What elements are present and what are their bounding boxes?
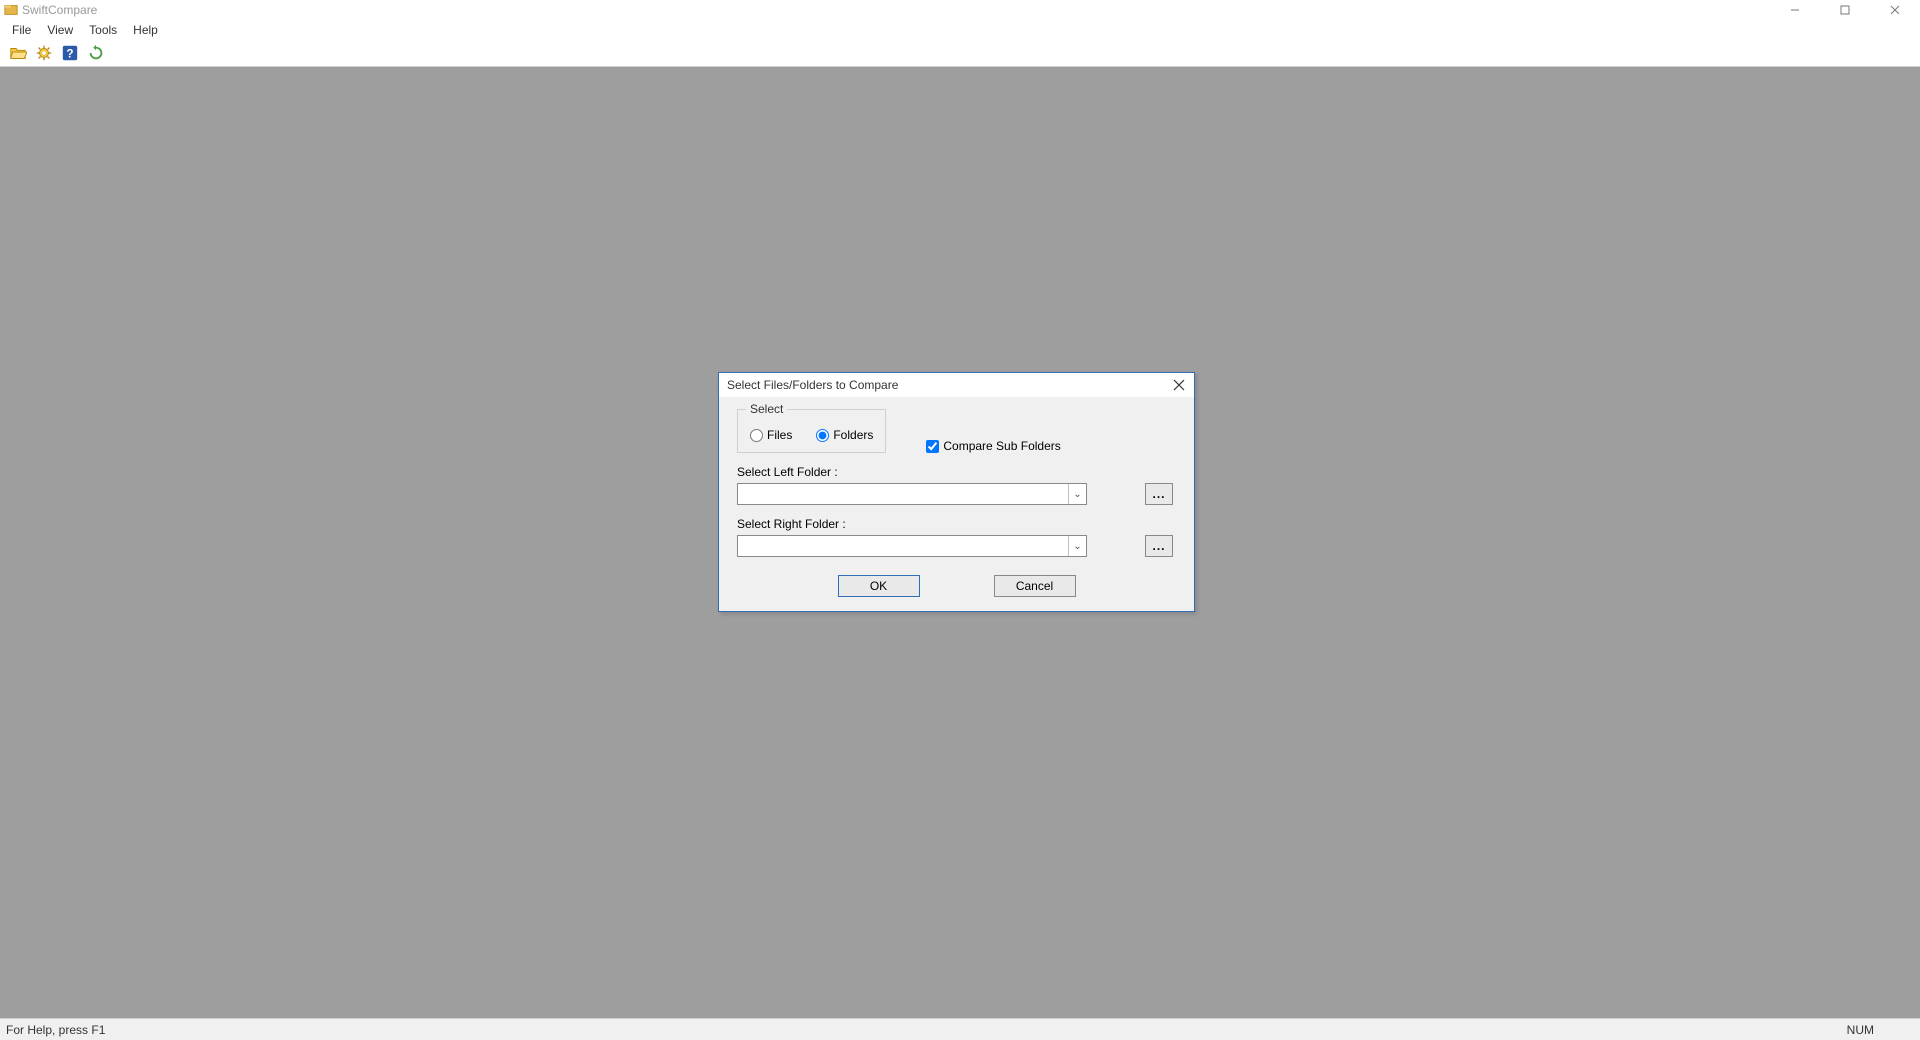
radio-folders[interactable]: Folders: [816, 428, 873, 442]
app-title: SwiftCompare: [22, 3, 97, 17]
svg-text:?: ?: [66, 47, 73, 60]
status-bar: For Help, press F1 NUM: [0, 1018, 1920, 1040]
radio-files-input[interactable]: [750, 429, 763, 442]
chevron-down-icon[interactable]: ⌄: [1068, 484, 1086, 504]
cancel-button[interactable]: Cancel: [994, 575, 1076, 597]
select-dialog: Select Files/Folders to Compare Select F…: [718, 372, 1195, 612]
window-controls: [1770, 0, 1920, 20]
app-icon: [4, 3, 18, 17]
toolbar: ?: [0, 39, 1920, 67]
chevron-down-icon[interactable]: ⌄: [1068, 536, 1086, 556]
maximize-button[interactable]: [1820, 0, 1870, 20]
settings-icon[interactable]: [32, 41, 56, 65]
compare-sub-checkbox[interactable]: Compare Sub Folders: [926, 439, 1060, 453]
right-folder-label: Select Right Folder :: [737, 517, 1176, 531]
dialog-title: Select Files/Folders to Compare: [727, 378, 898, 392]
left-folder-input[interactable]: [738, 484, 1068, 504]
menu-help[interactable]: Help: [125, 21, 166, 39]
browse-right-button[interactable]: ...: [1145, 535, 1173, 557]
dialog-close-button[interactable]: [1164, 373, 1194, 397]
menu-bar: File View Tools Help: [0, 20, 1920, 39]
menu-view[interactable]: View: [39, 21, 81, 39]
radio-folders-input[interactable]: [816, 429, 829, 442]
select-group-label: Select: [746, 402, 787, 416]
refresh-icon[interactable]: [84, 41, 108, 65]
close-button[interactable]: [1870, 0, 1920, 20]
dialog-title-bar: Select Files/Folders to Compare: [719, 373, 1194, 397]
title-bar: SwiftCompare: [0, 0, 1920, 20]
compare-sub-input[interactable]: [926, 440, 939, 453]
menu-tools[interactable]: Tools: [81, 21, 125, 39]
menu-file[interactable]: File: [4, 21, 39, 39]
radio-files[interactable]: Files: [750, 428, 792, 442]
left-folder-label: Select Left Folder :: [737, 465, 1176, 479]
right-folder-input[interactable]: [738, 536, 1068, 556]
ok-button[interactable]: OK: [838, 575, 920, 597]
right-folder-combo[interactable]: ⌄: [737, 535, 1087, 557]
minimize-button[interactable]: [1770, 0, 1820, 20]
status-help-hint: For Help, press F1: [6, 1023, 105, 1037]
help-icon[interactable]: ?: [58, 41, 82, 65]
open-folder-icon[interactable]: [6, 41, 30, 65]
select-groupbox: Select Files Folders: [737, 409, 886, 453]
browse-left-button[interactable]: ...: [1145, 483, 1173, 505]
status-num: NUM: [1847, 1023, 1874, 1037]
left-folder-combo[interactable]: ⌄: [737, 483, 1087, 505]
